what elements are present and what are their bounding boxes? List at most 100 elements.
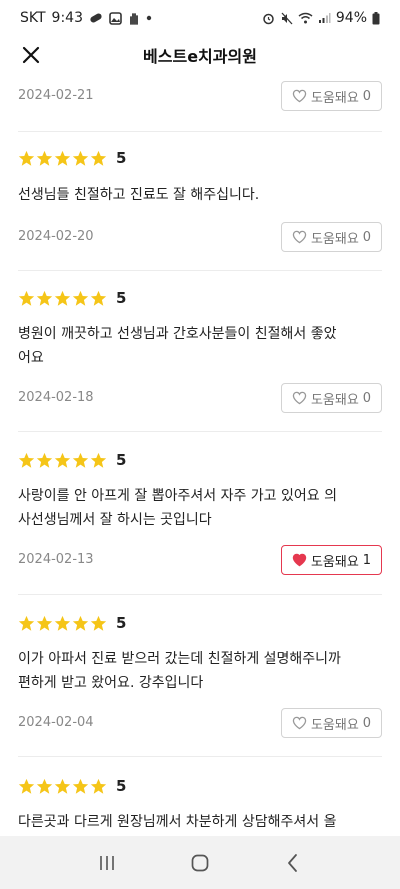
rating-row: 5 (18, 775, 126, 797)
carrier-label: SKT (20, 10, 46, 26)
star-icon (72, 778, 89, 794)
battery-icon (372, 11, 380, 25)
close-icon (22, 46, 40, 64)
review-text-line: 이가 아파서 진료 받으러 갔는데 친절하게 설명해주니까 (18, 651, 341, 667)
helpful-label: 도움돼요 (310, 717, 359, 733)
rating-value: 5 (116, 614, 127, 632)
helpful-count: 0 (362, 229, 372, 245)
dot-icon (146, 15, 152, 21)
star-icon (36, 615, 53, 631)
rating-value: 5 (116, 289, 127, 307)
helpful-label: 도움돼요 (310, 231, 359, 247)
review-date: 2024-02-21 (18, 88, 94, 103)
review-text: 선생님들 친절하고 진료도 잘 해주십니다. (18, 187, 260, 203)
alarm-icon (262, 12, 275, 25)
heart-outline-icon (292, 89, 307, 103)
star-icon (72, 452, 89, 468)
star-icon (18, 452, 35, 468)
recent-apps-button[interactable] (87, 843, 127, 883)
star-rating (18, 452, 107, 469)
star-icon (36, 778, 53, 794)
star-icon (54, 615, 71, 631)
rating-value: 5 (116, 149, 127, 167)
hand-icon (128, 12, 140, 25)
helpful-label: 도움돼요 (310, 90, 359, 106)
helpful-count: 1 (362, 552, 372, 568)
review-date: 2024-02-18 (18, 390, 94, 405)
star-icon (54, 778, 71, 794)
star-rating (18, 150, 107, 167)
helpful-count: 0 (362, 715, 372, 731)
divider (18, 270, 382, 271)
rating-row: 5 (18, 449, 126, 471)
star-icon (18, 615, 35, 631)
rating-value: 5 (116, 777, 127, 795)
heart-filled-icon (292, 553, 307, 567)
star-icon (18, 150, 35, 166)
back-icon (288, 853, 298, 872)
battery-percent: 94% (335, 10, 367, 26)
star-icon (18, 778, 35, 794)
review-text-line: 편하게 받고 왔어요. 강추입니다 (18, 675, 204, 691)
helpful-label: 도움돼요 (310, 554, 359, 570)
review-text: 이가 아파서 진료 받으러 갔는데 친절하게 설명해주니까 편하게 받고 왔어요… (18, 647, 384, 695)
rating-row: 5 (18, 612, 126, 634)
back-button[interactable] (273, 843, 313, 883)
review-text-line: 병원이 깨끗하고 선생님과 간호사분들이 친절해서 좋았 (18, 326, 337, 342)
review-text-line: 어요 (18, 350, 44, 366)
header: 베스트e치과의원 (0, 36, 400, 74)
clock: 9:43 (51, 10, 83, 26)
star-icon (54, 150, 71, 166)
close-button[interactable] (18, 42, 44, 68)
star-rating (18, 778, 107, 795)
helpful-label: 도움돼요 (310, 392, 359, 408)
review-text: 사랑이를 안 아프게 잘 뽑아주셔서 자주 가고 있어요 의 사선생님께서 잘 … (18, 484, 384, 532)
helpful-button[interactable]: 도움돼요 0 (281, 383, 382, 413)
star-icon (36, 150, 53, 166)
review-list[interactable]: 2024-02-21 도움돼요 0 5 선생님들 친절하고 진료도 잘 해주십니… (0, 74, 400, 836)
helpful-button[interactable]: 도움돼요 0 (281, 81, 382, 111)
star-rating (18, 615, 107, 632)
heart-outline-icon (292, 716, 307, 730)
signal-icon (318, 12, 331, 24)
review-text: 병원이 깨끗하고 선생님과 간호사분들이 친절해서 좋았 어요 (18, 322, 384, 370)
divider (18, 756, 382, 757)
notification-pill-icon (89, 12, 103, 24)
rating-row: 5 (18, 147, 126, 169)
recent-apps-icon (99, 855, 114, 870)
helpful-count: 0 (362, 390, 372, 406)
helpful-button[interactable]: 도움돼요 0 (281, 708, 382, 738)
star-icon (90, 778, 107, 794)
star-icon (90, 290, 107, 306)
page-title: 베스트e치과의원 (143, 47, 257, 66)
star-icon (54, 290, 71, 306)
star-icon (90, 150, 107, 166)
star-icon (72, 290, 89, 306)
rating-value: 5 (116, 451, 127, 469)
star-rating (18, 290, 107, 307)
helpful-button[interactable]: 도움돼요 1 (281, 545, 382, 575)
rating-row: 5 (18, 287, 126, 309)
gallery-icon (109, 11, 122, 25)
helpful-button[interactable]: 도움돼요 0 (281, 222, 382, 252)
status-bar: SKT 9:43 94% (0, 0, 400, 36)
review-text-line: 사랑이를 안 아프게 잘 뽑아주셔서 자주 가고 있어요 의 (18, 488, 337, 504)
star-icon (36, 452, 53, 468)
star-icon (72, 615, 89, 631)
heart-outline-icon (292, 230, 307, 244)
star-icon (36, 290, 53, 306)
wifi-icon (298, 12, 313, 24)
star-icon (90, 615, 107, 631)
divider (18, 594, 382, 595)
review-text: 다른곳과 다르게 원장님께서 차분하게 상담해주셔서 올 (18, 810, 384, 834)
home-button[interactable] (180, 843, 220, 883)
home-icon (191, 854, 209, 871)
star-icon (90, 452, 107, 468)
review-date: 2024-02-13 (18, 552, 94, 567)
star-icon (72, 150, 89, 166)
review-text-line: 다른곳과 다르게 원장님께서 차분하게 상담해주셔서 올 (18, 814, 337, 830)
heart-outline-icon (292, 391, 307, 405)
divider (18, 431, 382, 432)
review-date: 2024-02-04 (18, 715, 94, 730)
star-icon (18, 290, 35, 306)
